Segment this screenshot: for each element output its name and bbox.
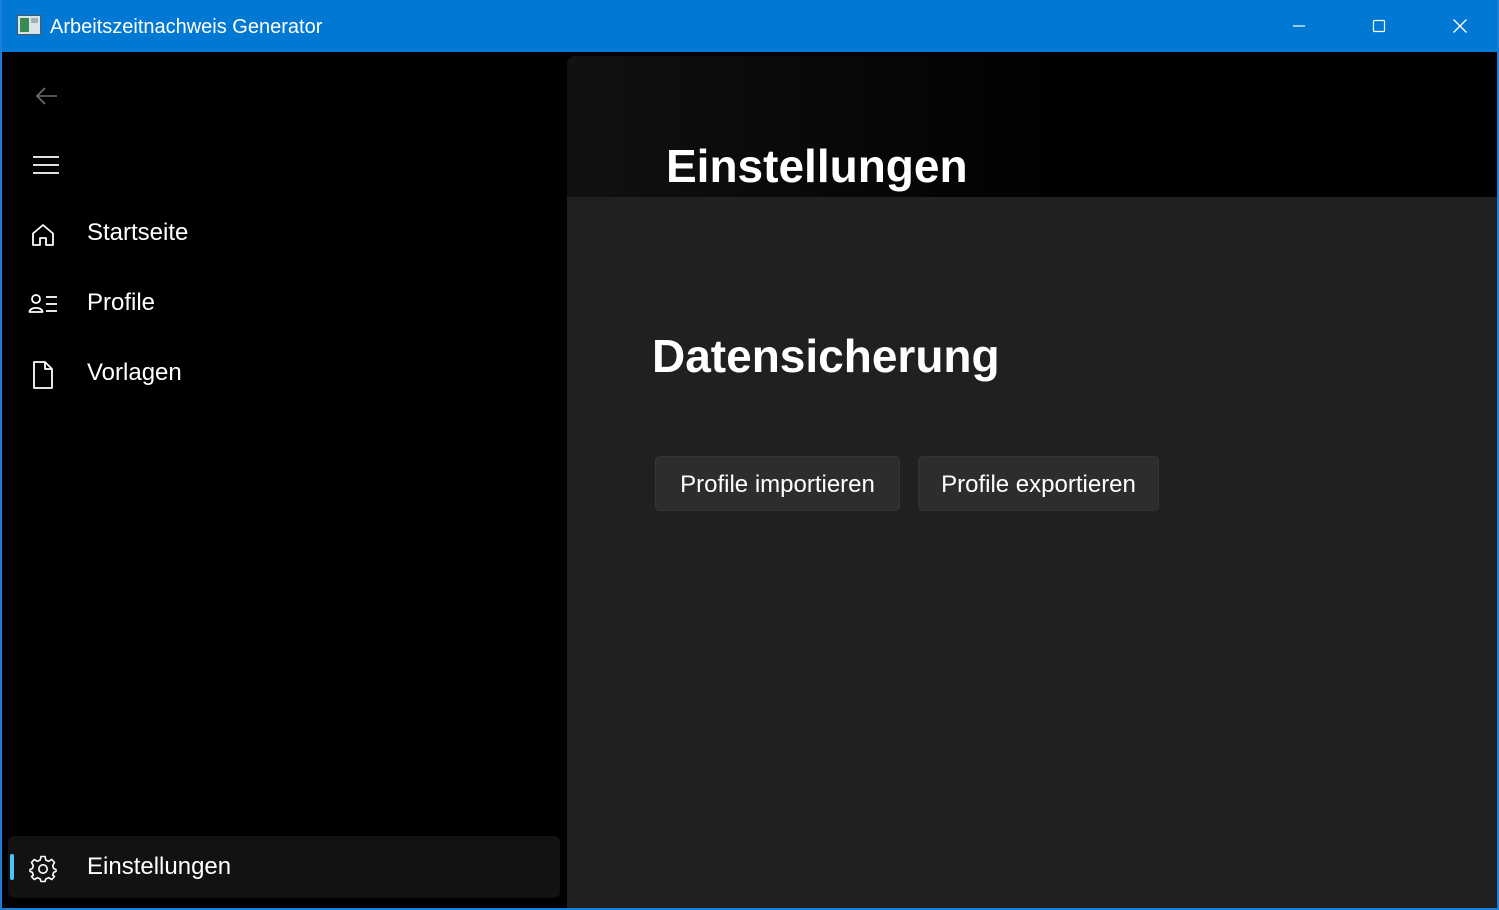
nav-item-startseite[interactable]: Startseite — [8, 202, 560, 264]
nav-item-label: Vorlagen — [87, 359, 182, 386]
close-icon — [1453, 19, 1467, 33]
nav-item-vorlagen[interactable]: Vorlagen — [8, 342, 560, 404]
page-title: Einstellungen — [666, 140, 968, 192]
content-area: Einstellungen Datensicherung Profile imp… — [567, 56, 1497, 908]
minimize-icon — [1293, 25, 1305, 27]
selection-indicator — [10, 854, 14, 880]
window-title: Arbeitszeitnachweis Generator — [50, 16, 323, 38]
close-button[interactable] — [1420, 0, 1497, 52]
profile-list-icon — [28, 290, 58, 320]
navigation-pane: Startseite Profile Vorlagen Einstellunge… — [2, 52, 567, 908]
menu-toggle-button[interactable] — [29, 150, 63, 180]
nav-item-label: Einstellungen — [87, 853, 232, 880]
title-bar[interactable]: Arbeitszeitnachweis Generator — [2, 0, 1497, 52]
maximize-icon — [1372, 19, 1386, 33]
document-icon — [28, 360, 58, 390]
nav-item-label: Startseite — [87, 219, 189, 246]
back-button[interactable] — [30, 82, 64, 110]
app-window: Arbeitszeitnachweis Generator Startseite… — [0, 0, 1499, 910]
nav-item-profile[interactable]: Profile — [8, 272, 560, 334]
app-icon — [17, 15, 41, 35]
nav-item-einstellungen[interactable]: Einstellungen — [8, 836, 560, 898]
nav-item-label: Profile — [87, 289, 156, 316]
minimize-button[interactable] — [1259, 0, 1339, 52]
maximize-button[interactable] — [1339, 0, 1419, 52]
section-title-datensicherung: Datensicherung — [652, 330, 1000, 382]
import-profiles-button[interactable]: Profile importieren — [655, 456, 900, 511]
export-profiles-button[interactable]: Profile exportieren — [918, 456, 1159, 511]
home-icon — [28, 220, 58, 250]
back-arrow-icon — [35, 87, 57, 105]
gear-icon — [28, 854, 58, 884]
hamburger-menu-icon — [33, 156, 59, 174]
